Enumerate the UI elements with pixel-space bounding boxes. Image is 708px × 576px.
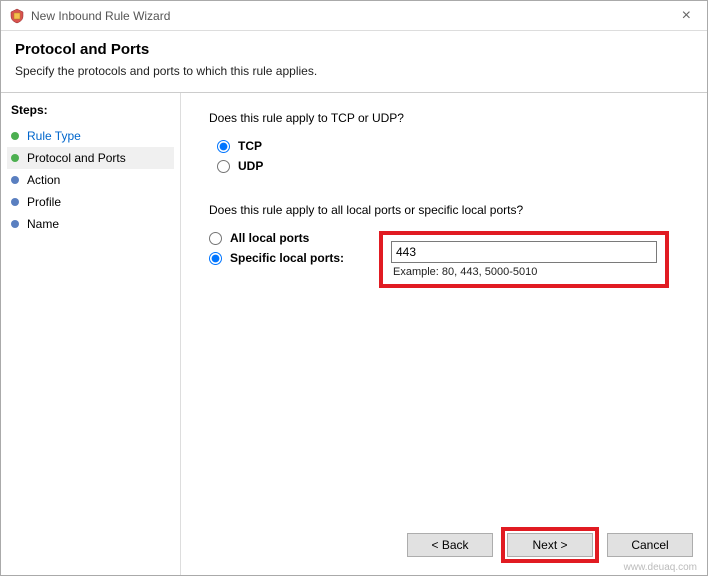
step-protocol-ports[interactable]: Protocol and Ports <box>7 147 174 169</box>
titlebar: New Inbound Rule Wizard × <box>1 1 707 31</box>
step-rule-type[interactable]: Rule Type <box>7 125 174 147</box>
ports-input-highlight: Example: 80, 443, 5000-5010 <box>379 231 669 288</box>
radio-tcp-label: TCP <box>238 139 262 153</box>
radio-tcp[interactable] <box>217 140 230 153</box>
radio-all-ports[interactable] <box>209 232 222 245</box>
steps-label: Steps: <box>7 101 174 119</box>
radio-specific-ports[interactable] <box>209 252 222 265</box>
protocol-radio-group: TCP UDP <box>217 139 679 173</box>
question-protocol: Does this rule apply to TCP or UDP? <box>209 111 679 125</box>
step-label: Protocol and Ports <box>27 151 126 165</box>
radio-udp-label: UDP <box>238 159 263 173</box>
bullet-icon <box>11 132 19 140</box>
radio-udp[interactable] <box>217 160 230 173</box>
cancel-button[interactable]: Cancel <box>607 533 693 557</box>
ports-section: All local ports Specific local ports: Ex… <box>209 231 679 288</box>
radio-specific-ports-label: Specific local ports: <box>230 251 344 265</box>
wizard-header: Protocol and Ports Specify the protocols… <box>1 31 707 93</box>
step-label: Profile <box>27 195 61 209</box>
radio-all-ports-label: All local ports <box>230 231 309 245</box>
bullet-icon <box>11 176 19 184</box>
close-icon[interactable]: × <box>674 7 699 25</box>
specific-ports-input[interactable] <box>391 241 657 263</box>
window-title: New Inbound Rule Wizard <box>31 9 674 23</box>
bullet-icon <box>11 198 19 206</box>
step-profile[interactable]: Profile <box>7 191 174 213</box>
radio-row-tcp: TCP <box>217 139 679 153</box>
page-subtitle: Specify the protocols and ports to which… <box>15 64 693 78</box>
button-bar: < Back Next > Cancel <box>407 527 693 563</box>
ports-example: Example: 80, 443, 5000-5010 <box>393 266 657 278</box>
next-button[interactable]: Next > <box>507 533 593 557</box>
radio-row-udp: UDP <box>217 159 679 173</box>
wizard-body: Steps: Rule Type Protocol and Ports Acti… <box>1 93 707 575</box>
step-label: Name <box>27 217 59 231</box>
step-action[interactable]: Action <box>7 169 174 191</box>
page-title: Protocol and Ports <box>15 41 693 58</box>
bullet-icon <box>11 220 19 228</box>
steps-panel: Steps: Rule Type Protocol and Ports Acti… <box>1 93 181 575</box>
watermark: www.deuaq.com <box>624 562 697 573</box>
next-button-highlight: Next > <box>501 527 599 563</box>
content-panel: Does this rule apply to TCP or UDP? TCP … <box>181 93 707 575</box>
back-button[interactable]: < Back <box>407 533 493 557</box>
step-label: Action <box>27 173 60 187</box>
step-name[interactable]: Name <box>7 213 174 235</box>
wizard-window: New Inbound Rule Wizard × Protocol and P… <box>0 0 708 576</box>
step-label: Rule Type <box>27 129 81 143</box>
bullet-icon <box>11 154 19 162</box>
ports-radio-group: All local ports Specific local ports: <box>209 231 379 271</box>
radio-row-all-ports: All local ports <box>209 231 379 245</box>
app-icon <box>9 8 25 24</box>
question-ports: Does this rule apply to all local ports … <box>209 203 679 217</box>
radio-row-specific-ports: Specific local ports: <box>209 251 379 265</box>
